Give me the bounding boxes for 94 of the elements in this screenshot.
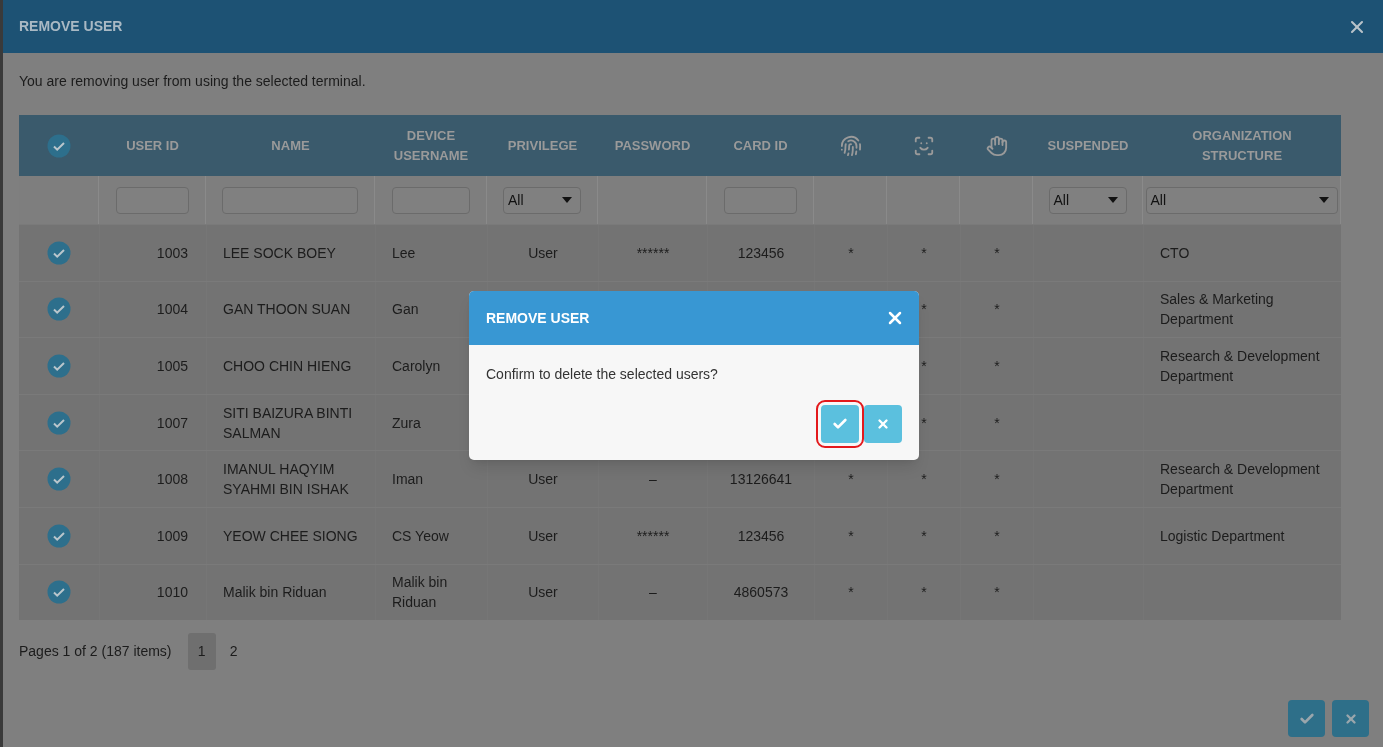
privilege-cell-text: User (528, 526, 558, 546)
hand-icon (985, 134, 1008, 157)
column-header[interactable]: PASSWORD (603, 135, 702, 156)
device-username-cell-text: Zura (392, 413, 421, 433)
face-cell-text: * (921, 583, 927, 603)
dialog-title: REMOVE USER (486, 308, 590, 328)
close-icon (876, 417, 890, 431)
user-id-cell-text: 1005 (156, 357, 188, 376)
user-id-cell-text: 1009 (156, 526, 188, 546)
caret-icon (1107, 197, 1118, 203)
palm-cell-text: * (994, 243, 1000, 263)
password-cell-text: ****** (636, 243, 670, 263)
palm-cell-text: * (994, 526, 1000, 546)
card-id-cell-text: 4860573 (733, 583, 789, 603)
user-id-cell-text: 1003 (156, 243, 188, 263)
face-cell-text: * (921, 357, 927, 376)
column-header[interactable]: CARD ID (712, 135, 809, 156)
organization-cell-text: Research & Development Department (1160, 347, 1321, 386)
checkbox[interactable] (47, 354, 71, 378)
checkbox[interactable] (47, 467, 71, 492)
user-id-cell-text: 1007 (156, 413, 188, 433)
name-cell-text: Malik bin Riduan (223, 583, 327, 603)
organization-cell-text: Logistic Department (1160, 526, 1285, 546)
privilege-cell-text: User (528, 583, 558, 603)
privilege-cell-text: User (528, 470, 558, 490)
fingerprint-cell-text: * (848, 243, 854, 263)
checkbox[interactable] (47, 133, 71, 158)
close-icon (1343, 711, 1358, 726)
face-cell-text: * (921, 243, 927, 263)
name-cell-text: LEE SOCK BOEY (223, 243, 336, 263)
pagination-summary: Pages 1 of 2 (187 items) (19, 642, 172, 662)
checkbox[interactable] (47, 523, 71, 548)
window-title: REMOVE USER (19, 17, 123, 36)
organization-cell-text: Sales & Marketing Department (1160, 290, 1275, 330)
palm-cell-text: * (994, 470, 1000, 490)
page-button[interactable]: 2 (219, 633, 248, 671)
column-header[interactable]: ORGANIZATION STRUCTURE (1152, 126, 1332, 165)
device-username-cell-text: CS Yeow (392, 526, 449, 546)
column-header[interactable]: USER ID (104, 135, 201, 156)
cancel-button[interactable] (1332, 700, 1369, 737)
device-username-cell-text: Carolyn (392, 357, 441, 376)
column-header[interactable]: NAME (214, 135, 367, 156)
check-icon (832, 416, 848, 432)
face-cell-text: * (921, 413, 927, 433)
device-username-cell-text: Iman (392, 470, 424, 490)
name-cell-text: CHOO CHIN HIENG (223, 357, 352, 376)
filter-dropdown[interactable]: All (503, 186, 581, 214)
fingerprint-cell-text: * (848, 583, 854, 603)
fingerprint-cell-text: * (848, 526, 854, 546)
caret-icon (1318, 197, 1329, 203)
name-cell-text: YEOW CHEE SIONG (223, 526, 358, 546)
checkbox[interactable] (47, 297, 71, 322)
page-button[interactable]: 1 (187, 633, 216, 671)
password-cell-text: – (649, 583, 657, 603)
card-id-cell-text: 123456 (737, 243, 785, 263)
name-cell-text: IMANUL HAQYIM SYAHMI BIN ISHAK (223, 460, 350, 500)
column-header[interactable]: PRIVILEGE (492, 135, 593, 156)
dialog-message: Confirm to delete the selected users? (485, 365, 719, 384)
face-cell-text: * (921, 526, 927, 546)
device-username-cell-text: Lee (392, 243, 416, 263)
palm-cell-text: * (994, 357, 1000, 376)
name-cell-text: GAN THOON SUAN (223, 300, 351, 320)
cancel-button[interactable] (864, 405, 902, 443)
column-header[interactable]: DEVICE USERNAME (380, 126, 482, 165)
description: You are removing user from using the selected terminal. (19, 72, 367, 91)
palm-cell-text: * (994, 300, 1000, 320)
filter-dropdown[interactable]: All (1145, 186, 1338, 214)
card-id-cell-text: 13126641 (729, 470, 793, 490)
confirm-button[interactable] (1288, 700, 1325, 737)
user-id-cell-text: 1004 (156, 300, 188, 320)
privilege-cell-text: User (528, 243, 558, 263)
device-username-cell-text: Gan (392, 300, 419, 320)
fingerprint-cell-text: * (848, 470, 854, 490)
palm-cell-text: * (994, 413, 1000, 433)
caret-icon (562, 197, 572, 203)
face-scan-icon (912, 134, 935, 157)
checkbox[interactable] (47, 410, 71, 435)
checkbox[interactable] (47, 240, 71, 265)
column-header[interactable]: SUSPENDED (1038, 135, 1138, 156)
face-cell-text: * (921, 300, 927, 320)
organization-cell-text: Research & Development Department (1160, 460, 1321, 500)
organization-cell-text: CTO (1160, 243, 1190, 263)
filter-dropdown[interactable]: All (1048, 186, 1127, 214)
checkbox[interactable] (47, 580, 71, 605)
palm-cell-text: * (994, 583, 1000, 603)
card-id-cell-text: 123456 (737, 526, 785, 546)
user-id-cell-text: 1010 (156, 583, 188, 603)
device-username-cell-text: Malik bin Riduan (392, 573, 449, 613)
password-cell-text: – (649, 470, 657, 490)
fingerprint-icon (839, 134, 862, 157)
face-cell-text: * (921, 470, 927, 490)
user-id-cell-text: 1008 (156, 470, 188, 490)
password-cell-text: ****** (636, 526, 670, 546)
name-cell-text: SITI BAIZURA BINTI SALMAN (223, 403, 354, 443)
